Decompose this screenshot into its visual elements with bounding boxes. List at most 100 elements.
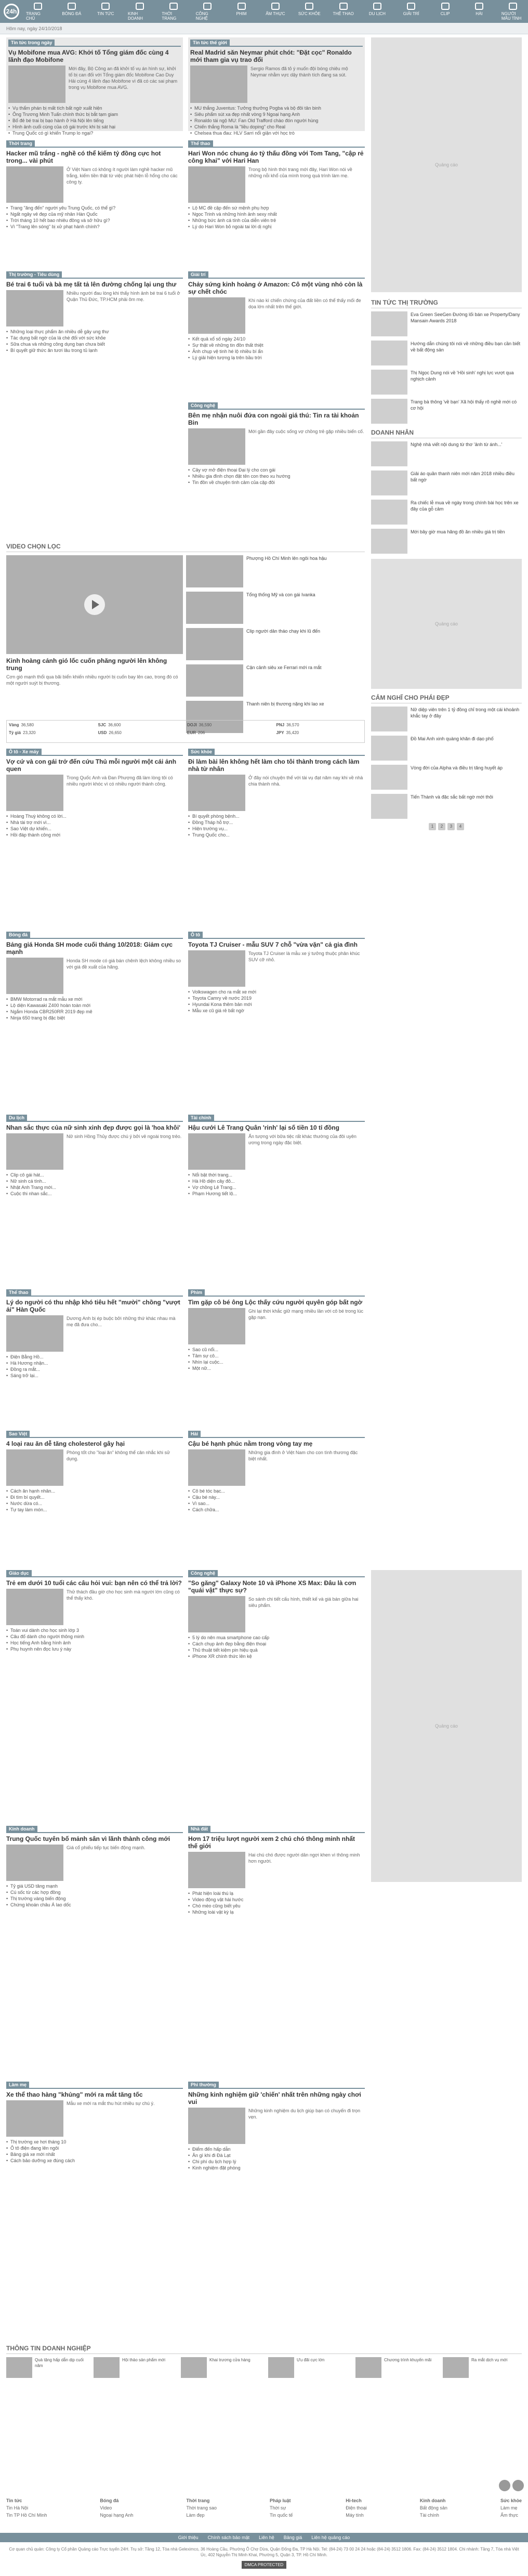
footer-link[interactable]: Hi-tech <box>346 2497 367 2504</box>
related-link[interactable]: Hà Hồ diện cây đỏ... <box>188 1178 365 1184</box>
footer-link[interactable]: Thời trang <box>187 2497 217 2504</box>
business-image[interactable] <box>443 2357 469 2378</box>
related-link[interactable]: Cách ăn hạnh nhân... <box>6 1488 183 1494</box>
business-title[interactable]: Chương trình khuyến mãi <box>384 2357 431 2378</box>
related-link[interactable]: Ông Trương Minh Tuấn chính thức bị bắt t… <box>8 111 181 117</box>
sidebar-title[interactable]: Ra chiếc lễ mua về ngày trong chính bài … <box>411 500 522 525</box>
footer-link[interactable]: Thời trang sao <box>187 2504 217 2512</box>
headline[interactable]: Vợ cứ và con gái trở đến cứu Thủ mỗi ngư… <box>6 758 183 773</box>
play-icon[interactable] <box>84 594 105 615</box>
related-link[interactable]: Sao Việt dự khiến... <box>6 826 183 832</box>
business-image[interactable] <box>181 2357 207 2378</box>
category-label[interactable]: Tin tức trong ngày <box>8 40 55 46</box>
category-label[interactable]: Tài chính <box>188 1115 214 1121</box>
related-link[interactable]: Nữ sinh cá tính... <box>6 1178 183 1184</box>
related-link[interactable]: Trung Quốc có gì khiến Trump lo ngại? <box>8 130 181 136</box>
ad-banner-bottom[interactable]: Quảng cáo <box>371 1570 522 1882</box>
video-thumbnail[interactable] <box>186 592 243 624</box>
related-link[interactable]: Ăn gì khi đi Đà Lạt <box>188 2152 365 2159</box>
business-item[interactable]: Ra mắt dịch vụ mới <box>443 2357 521 2378</box>
related-link[interactable]: Nhiều gia đình chọn đặt tên con theo xu … <box>188 473 365 479</box>
related-link[interactable]: iPhone XR chính thức lên kệ <box>188 1653 365 1659</box>
headline[interactable]: Hacker mũ trắng - nghề có thể kiếm tỷ đồ… <box>6 150 183 164</box>
sidebar-image[interactable] <box>371 765 407 790</box>
related-link[interactable]: Thị trường vàng biến động <box>6 1895 183 1902</box>
related-link[interactable]: Trung Quốc cho... <box>188 832 365 838</box>
sidebar-title[interactable]: Nữ diệp viên trên 1 tỷ đồng chỉ trong mộ… <box>411 707 522 731</box>
related-link[interactable]: Đi tìm bí quyết... <box>6 1494 183 1500</box>
sidebar-image[interactable] <box>371 341 407 365</box>
video-item[interactable]: Phượng Hồ Chí Minh lên ngôi hoa hậu <box>186 555 363 587</box>
related-link[interactable]: Clip cô gái hát... <box>6 1172 183 1178</box>
related-link[interactable]: Tâm sự cô... <box>188 1353 365 1359</box>
footer-link[interactable]: Tin Hà Nội <box>6 2504 47 2512</box>
headline[interactable]: Đi làm bài lên không hết làm cho tôi thà… <box>188 758 365 773</box>
footer-link[interactable]: Sức khỏe <box>500 2497 522 2504</box>
related-link[interactable]: Hyundai Kona thêm bản mới <box>188 1001 365 1008</box>
category-label[interactable]: Giải trí <box>188 271 208 278</box>
related-link[interactable]: Phạm Hương tiết lộ... <box>188 1191 365 1197</box>
related-link[interactable]: Sao cũ nổi... <box>188 1346 365 1353</box>
headline-image[interactable] <box>188 166 245 203</box>
sidebar-image[interactable] <box>371 500 407 525</box>
headline-image[interactable] <box>188 950 245 987</box>
menu-item[interactable]: CLIP <box>433 2 457 21</box>
video-thumbnail[interactable] <box>186 628 243 660</box>
headline[interactable]: Bé trai 6 tuổi và bà mẹ tất tả lên đường… <box>6 281 183 288</box>
related-link[interactable]: Học tiếng Anh bằng hình ảnh <box>6 1640 183 1646</box>
sidebar-title[interactable]: Vòng đời của Alpha và điều trị tăng huyế… <box>411 765 503 790</box>
related-link[interactable]: Lộ diện Kawasaki Z400 hoàn toàn mới <box>6 1002 183 1009</box>
category-label[interactable]: Thể thao <box>188 140 213 147</box>
related-link[interactable]: Hà Hương nhận... <box>6 1360 183 1366</box>
video-item-title[interactable]: Phượng Hồ Chí Minh lên ngôi hoa hậu <box>246 555 327 587</box>
headline[interactable]: Real Madrid săn Neymar phút chót: "Đặt c… <box>190 49 363 63</box>
sidebar-item[interactable]: Thị Ngọc Dung nói về 'Hồi sinh' nghị lực… <box>371 370 522 395</box>
related-link[interactable]: Trang "ăng đến" người yêu Trung Quốc, có… <box>6 205 183 211</box>
category-label[interactable]: Làm mẹ <box>6 2082 30 2088</box>
category-label[interactable]: Du lịch <box>6 1115 28 1121</box>
headline-image[interactable] <box>8 66 65 103</box>
sidebar-item[interactable]: Nghệ nhà viết nội dung từ thơ 'ảnh từ án… <box>371 441 522 466</box>
video-title[interactable]: Kinh hoàng cảnh gió lốc cuốn phăng người… <box>6 657 183 672</box>
headline-image[interactable] <box>188 297 245 334</box>
menu-item[interactable]: GIẢI TRÍ <box>400 2 423 21</box>
related-link[interactable]: Đồng Tháp hỗ trợ... <box>188 819 365 826</box>
video-item-title[interactable]: Clip người dân tháo chạy khi lũ đến <box>246 628 320 660</box>
headline-image[interactable] <box>6 775 63 811</box>
related-link[interactable]: Nhật Anh Trang mới... <box>6 1184 183 1191</box>
video-thumbnail[interactable] <box>186 555 243 587</box>
related-link[interactable]: Ronaldo tái ngộ MU: Fan Old Trafford chà… <box>190 117 363 124</box>
headline-image[interactable] <box>188 1449 245 1486</box>
menu-item[interactable]: THỂ THAO <box>332 2 355 21</box>
category-label[interactable]: Tin tức thế giới <box>190 40 230 46</box>
menu-item[interactable]: SỨC KHỎE <box>298 2 321 21</box>
video-item[interactable]: Clip người dân tháo chạy khi lũ đến <box>186 628 363 660</box>
related-link[interactable]: Chó mèo cũng biết yêu <box>188 1903 365 1909</box>
menu-item[interactable]: THỜI TRANG <box>162 2 185 21</box>
ad-banner-top[interactable]: Quảng cáo <box>371 37 522 292</box>
headline-image[interactable] <box>188 1308 245 1344</box>
related-link[interactable]: Nổi bật thời trang... <box>188 1172 365 1178</box>
business-title[interactable]: Ưu đãi cực lớn <box>297 2357 324 2378</box>
related-link[interactable]: Hình ảnh cuối cùng của cô gái trước khi … <box>8 124 181 130</box>
related-link[interactable]: Sáng trở lại... <box>6 1372 183 1379</box>
page-button[interactable]: 3 <box>447 823 455 830</box>
related-link[interactable]: Lý do Hari Won bỏ ngoài tai lời dị nghị <box>188 224 365 230</box>
footer-link[interactable]: Ngoại hạng Anh <box>100 2512 133 2519</box>
menu-item[interactable]: HÀI <box>467 2 491 21</box>
category-label[interactable]: Giáo dục <box>6 1570 32 1576</box>
related-link[interactable]: Nhìn lại cuộc... <box>188 1359 365 1365</box>
sidebar-item[interactable]: Hướng dẫn chúng tôi nói về những điều bạ… <box>371 341 522 365</box>
related-link[interactable]: Cuộc thi nhan sắc... <box>6 1191 183 1197</box>
business-item[interactable]: Chương trình khuyến mãi <box>355 2357 433 2378</box>
category-label[interactable]: Kinh doanh <box>6 1826 37 1832</box>
business-image[interactable] <box>268 2357 294 2378</box>
headline-image[interactable] <box>6 1845 63 1881</box>
related-link[interactable]: Vợ chồng Lê Trang... <box>188 1184 365 1191</box>
related-link[interactable]: Sự thật về những tin đồn thất thiệt <box>188 342 365 348</box>
footer-link[interactable]: Ẩm thực <box>500 2512 522 2519</box>
category-label[interactable]: Phi thường <box>188 2082 219 2088</box>
sidebar-image[interactable] <box>371 441 407 466</box>
category-label[interactable]: Hài <box>188 1431 201 1437</box>
category-label[interactable]: Thị trường - Tiêu dùng <box>6 271 62 278</box>
